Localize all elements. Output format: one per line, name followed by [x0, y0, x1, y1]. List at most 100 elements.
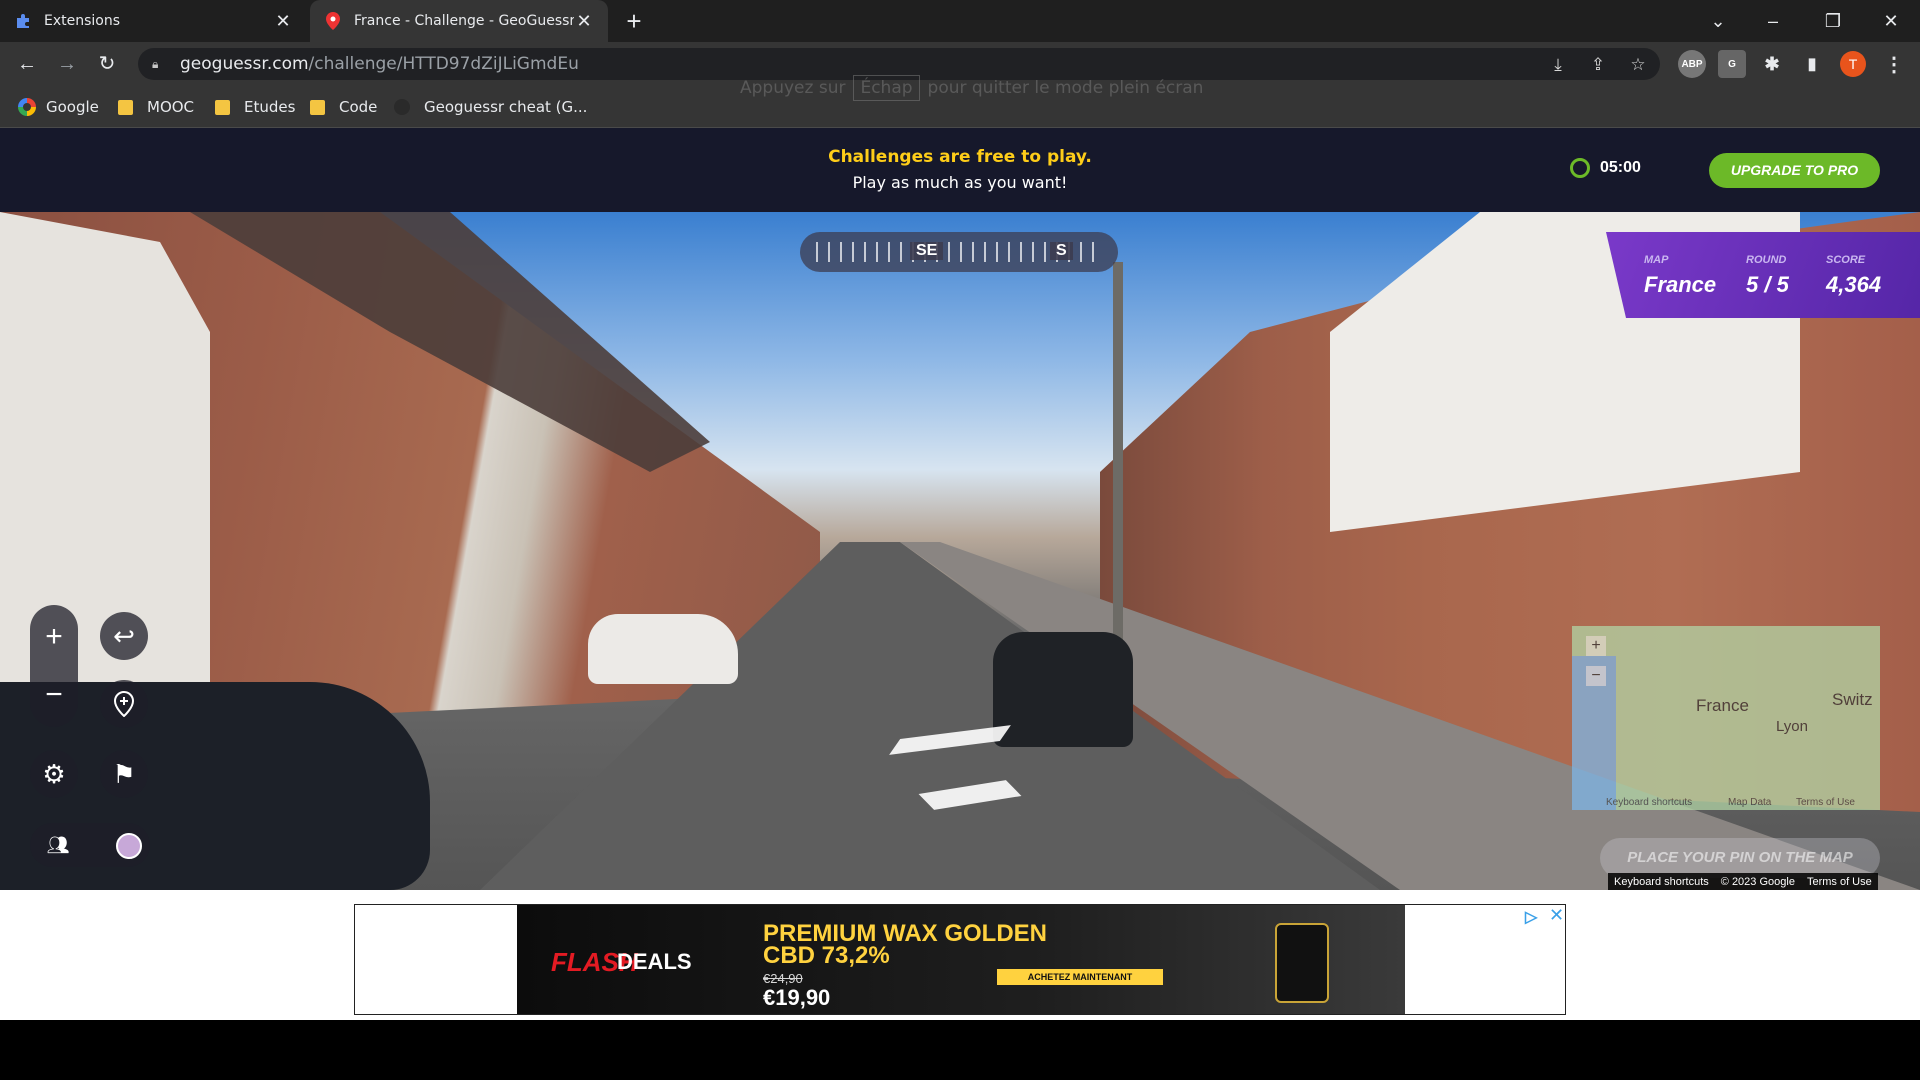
- page-bottom: [0, 1020, 1920, 1080]
- install-icon[interactable]: ⤓: [1548, 55, 1568, 75]
- player-pill[interactable]: 👥︎: [30, 823, 150, 867]
- url-text: geoguessr.com/challenge/HTTD97dZiJLiGmdE…: [180, 54, 579, 74]
- upgrade-to-pro-button[interactable]: UPGRADE TO PRO: [1709, 153, 1880, 188]
- ad-close-icon[interactable]: ✕: [1549, 905, 1564, 926]
- flag-button[interactable]: ⚑: [100, 750, 148, 798]
- streetview-terms[interactable]: Terms of Use: [1801, 876, 1878, 888]
- bookmark-code[interactable]: Code: [310, 96, 377, 118]
- zoom-controls: + −: [30, 605, 78, 727]
- adblock-extension-icon[interactable]: ABP: [1678, 50, 1706, 78]
- ad-headline-line2: CBD 73,2%: [763, 942, 890, 969]
- bookmark-label: Etudes: [244, 98, 296, 116]
- lock-icon: 🔒︎: [152, 57, 159, 71]
- bookmark-star-icon[interactable]: ☆: [1628, 55, 1648, 75]
- new-tab-button[interactable]: +: [620, 8, 648, 36]
- lamppost: [1113, 262, 1123, 662]
- status-score-label: SCORE: [1826, 254, 1866, 266]
- return-to-start-button[interactable]: ↩: [100, 612, 148, 660]
- adchoices-icon[interactable]: ▷: [1525, 907, 1537, 927]
- status-map-value: France: [1644, 272, 1717, 297]
- minimap-map-data[interactable]: Map Data: [1728, 797, 1771, 808]
- status-score-value: 4,364: [1826, 272, 1882, 297]
- zoom-in-button[interactable]: +: [30, 613, 78, 661]
- parked-black-car: [993, 632, 1133, 747]
- status-round-label: ROUND: [1746, 254, 1787, 266]
- place-pin-button[interactable]: PLACE YOUR PIN ON THE MAP: [1600, 838, 1880, 878]
- close-icon[interactable]: ✕: [574, 11, 594, 32]
- minimap-zoom-out[interactable]: −: [1586, 666, 1606, 686]
- share-icon[interactable]: ⇪: [1588, 55, 1608, 75]
- ad-old-price: €24,90: [763, 971, 803, 986]
- side-panel-icon[interactable]: ▮: [1798, 50, 1826, 78]
- extensions-puzzle-icon[interactable]: ✱: [1758, 50, 1786, 78]
- bookmark-geoguessr-cheat[interactable]: Geoguessr cheat (G...: [394, 96, 587, 118]
- minimap-zoom-in[interactable]: +: [1586, 636, 1606, 656]
- tab-extensions[interactable]: Extensions ✕: [0, 0, 307, 42]
- fullscreen-hint: Appuyez sur Échap pour quitter le mode ple…: [740, 75, 1203, 101]
- g-extension-icon[interactable]: G: [1718, 50, 1746, 78]
- players-icon: 👥︎: [46, 835, 70, 855]
- zoom-out-button[interactable]: −: [30, 671, 78, 719]
- puzzle-icon: [14, 12, 32, 30]
- map-label-lyon: Lyon: [1776, 718, 1808, 735]
- streetview-copyright: © 2023 Google: [1720, 875, 1795, 888]
- back-icon[interactable]: ←: [12, 49, 42, 79]
- minimize-icon[interactable]: –: [1750, 6, 1796, 36]
- tab-geoguessr[interactable]: France - Challenge - GeoGuessr ✕: [310, 0, 608, 42]
- bookmark-label: Code: [339, 98, 378, 116]
- map-label-switz: Switz: [1832, 690, 1873, 709]
- browser-tab-bar: Extensions ✕ France - Challenge - GeoGue…: [0, 0, 1920, 42]
- status-map: MAP France: [1644, 254, 1716, 298]
- forward-icon[interactable]: →: [52, 49, 82, 79]
- minimap-terms[interactable]: Terms of Use: [1796, 797, 1855, 808]
- ad-banner[interactable]: FLASH DEALS PREMIUM WAX GOLDEN CBD 73,2%…: [517, 905, 1405, 1014]
- promo-line1: Challenges are free to play.: [828, 147, 1092, 167]
- ad-deals: DEALS: [617, 949, 692, 974]
- ad-area: FLASH DEALS PREMIUM WAX GOLDEN CBD 73,2%…: [0, 890, 1920, 1020]
- folder-icon: [215, 99, 230, 115]
- profile-avatar[interactable]: T: [1840, 51, 1866, 77]
- promo-message: Challenges are free to play. Play as muc…: [760, 147, 1160, 192]
- bookmark-etudes[interactable]: Etudes: [215, 96, 295, 118]
- pin-icon: [324, 12, 342, 30]
- bookmark-google[interactable]: Google: [18, 96, 99, 118]
- tab-title: France - Challenge - GeoGuessr: [354, 13, 574, 29]
- status-round-value: 5 / 5: [1746, 272, 1789, 297]
- google-icon: [18, 98, 36, 116]
- compass-secondary: S: [1050, 242, 1073, 260]
- map-label-france: France: [1696, 696, 1749, 715]
- restore-icon[interactable]: ❐: [1810, 6, 1856, 36]
- timer-value: 05:00: [1600, 159, 1641, 176]
- close-window-icon[interactable]: ✕: [1868, 6, 1914, 36]
- bookmark-mooc[interactable]: MOOC: [118, 96, 194, 118]
- game-status-panel: MAP France ROUND 5 / 5 SCORE 4,364: [1606, 232, 1920, 318]
- compass: SE S: [800, 232, 1118, 272]
- location-pin-icon: [113, 690, 135, 718]
- set-checkpoint-button[interactable]: [100, 680, 148, 728]
- minimap-keyboard-shortcuts[interactable]: Keyboard shortcuts: [1606, 797, 1692, 808]
- close-icon[interactable]: ✕: [273, 11, 293, 32]
- ad-cta-button[interactable]: ACHETEZ MAINTENANT: [997, 969, 1163, 985]
- streetview-keyboard-shortcuts[interactable]: Keyboard shortcuts: [1608, 876, 1715, 888]
- reload-icon[interactable]: ↻: [92, 49, 122, 79]
- status-round: ROUND 5 / 5: [1746, 254, 1789, 298]
- status-map-label: MAP: [1644, 254, 1669, 266]
- ad-frame: FLASH DEALS PREMIUM WAX GOLDEN CBD 73,2%…: [354, 904, 1566, 1015]
- folder-icon: [118, 99, 133, 115]
- stopwatch-icon: [1570, 158, 1590, 178]
- product-pack-image: [1275, 923, 1329, 1003]
- menu-kebab-icon[interactable]: ⋮: [1880, 50, 1908, 78]
- status-score: SCORE 4,364: [1826, 254, 1881, 298]
- streetview-footer: Keyboard shortcuts © 2023 Google Terms o…: [1608, 873, 1878, 890]
- folder-icon: [310, 99, 325, 115]
- guess-minimap[interactable]: + − France Lyon Switz Keyboard shortcuts…: [1572, 626, 1880, 810]
- globe-icon: [394, 99, 410, 115]
- tab-search-icon[interactable]: ⌄: [1695, 6, 1741, 36]
- ad-new-price: €19,90: [763, 985, 831, 1010]
- settings-button[interactable]: ⚙: [30, 750, 78, 798]
- compass-primary: SE: [910, 242, 944, 260]
- promo-line2: Play as much as you want!: [852, 173, 1068, 192]
- ad-headline: PREMIUM WAX GOLDEN CBD 73,2%: [763, 922, 1047, 969]
- bookmark-label: MOOC: [147, 98, 195, 116]
- white-car: [588, 614, 738, 684]
